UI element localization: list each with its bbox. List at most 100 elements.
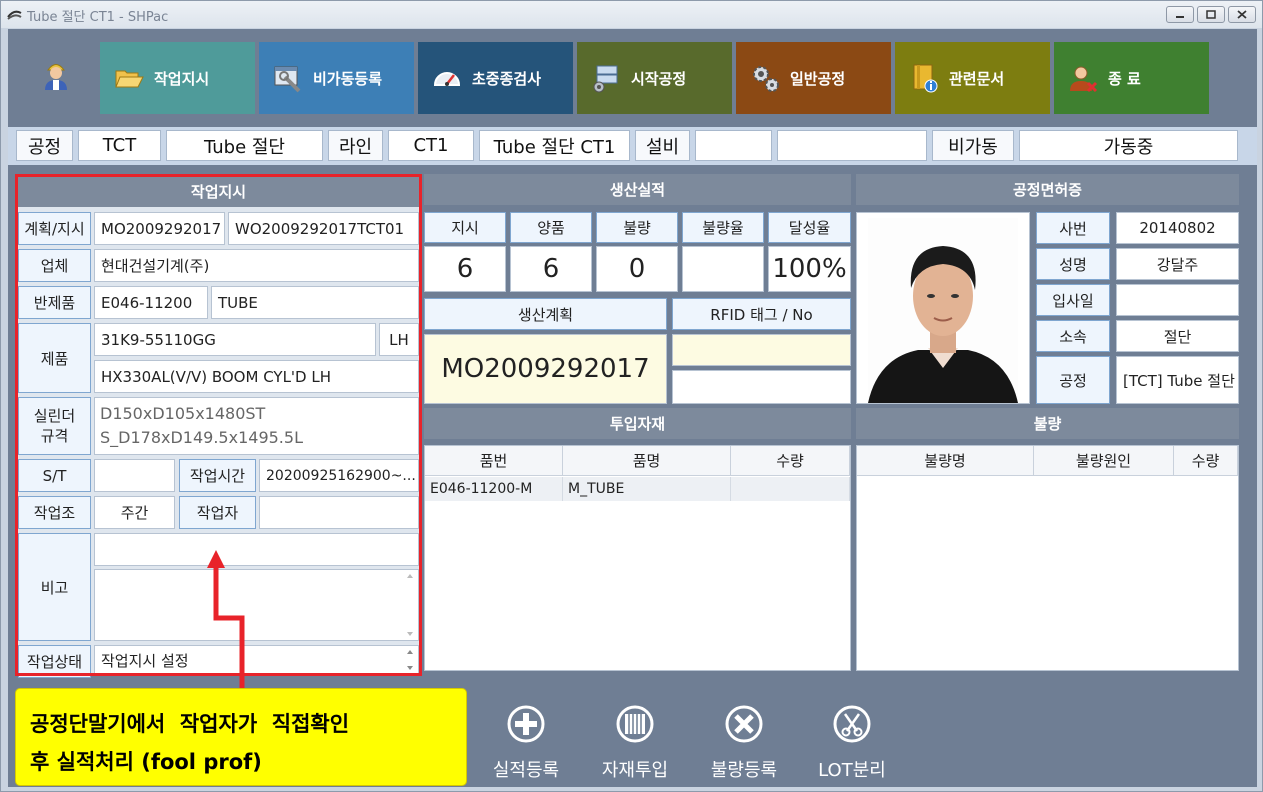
col-defect-cause[interactable]: 불량원인 [1034, 446, 1174, 476]
defects-header: 불량 [856, 408, 1239, 439]
bad-qty-value: 0 [596, 246, 678, 292]
order-qty-value: 6 [424, 246, 506, 292]
user-exit-icon [1070, 66, 1098, 93]
close-icon [1237, 10, 1247, 19]
worker-photo-image [868, 218, 1018, 403]
work-state-field[interactable]: 작업지시 설정 [94, 645, 419, 675]
product-side-field[interactable]: LH [379, 323, 419, 356]
order-qty-label: 지시 [424, 212, 506, 243]
table-row-part-no[interactable]: E046-11200-M [425, 477, 563, 501]
join-date-field [1116, 284, 1239, 316]
worker-photo [856, 212, 1030, 404]
downtime-label: 비가동 [932, 130, 1014, 161]
achieve-rate-value: 100% [768, 246, 851, 292]
work-state-label: 작업상태 [18, 645, 91, 678]
register-result-button[interactable]: 실적등록 [476, 704, 576, 784]
table-row-part-name[interactable]: M_TUBE [563, 477, 731, 501]
work-state-spinner[interactable] [406, 648, 414, 672]
col-defect-qty[interactable]: 수량 [1174, 446, 1238, 476]
gauge-icon [433, 72, 461, 86]
product-code-field[interactable]: 31K9-55110GG [94, 323, 376, 356]
remarks-scrollbar[interactable] [406, 573, 414, 637]
nav-work-order-button[interactable]: 작업지시 [100, 42, 255, 114]
order-no-field[interactable]: WO2009292017TCT01 [228, 212, 419, 245]
product-name-field[interactable]: HX330AL(V/V) BOOM CYL'D LH [94, 360, 419, 393]
emp-no-field: 20140802 [1116, 212, 1239, 244]
minimize-icon [1176, 16, 1184, 18]
annotation-callout: 공정단말기에서 작업자가 직접확인 후 실적처리 (fool prof) [15, 688, 467, 786]
emp-no-label: 사번 [1036, 212, 1110, 244]
cylinder-spec-label: 실린더 규격 [18, 397, 91, 455]
materials-header: 투입자재 [424, 408, 851, 439]
app-icon [7, 10, 22, 20]
defects-table: 불량명 불량원인 수량 [856, 445, 1239, 671]
shift-field[interactable]: 주간 [94, 496, 175, 529]
line-code: CT1 [388, 130, 474, 161]
window-title: Tube 절단 CT1 - SHPac [27, 10, 169, 25]
license-process-label: 공정 [1036, 356, 1110, 404]
good-qty-value: 6 [510, 246, 592, 292]
nav-documents-button[interactable]: 관련문서 [895, 42, 1050, 114]
maximize-icon [1206, 10, 1216, 19]
col-part-no[interactable]: 품번 [425, 446, 563, 476]
col-part-name[interactable]: 품명 [563, 446, 731, 476]
book-circle-icon [616, 705, 654, 743]
st-field[interactable] [94, 459, 175, 492]
client-area: 작업지시 비가동등록 초중종검사 시작공정 일반공정 관련문서 종 료 공정 T… [8, 29, 1257, 787]
plan-header-label: 생산계획 [424, 298, 667, 330]
license-process-field: [TCT] Tube 절단 [1116, 356, 1239, 404]
close-button[interactable] [1228, 6, 1256, 23]
equipment-code [695, 130, 772, 161]
company-field[interactable]: 현대건설기계(주) [94, 249, 419, 282]
nav-start-process-button[interactable]: 시작공정 [577, 42, 732, 114]
equipment-name [777, 130, 927, 161]
achieve-rate-label: 달성율 [768, 212, 851, 243]
wrench-window-icon [274, 66, 301, 93]
server-gear-icon [593, 65, 618, 93]
register-defect-button[interactable]: 불량등록 [694, 704, 794, 784]
plan-label: 계획/지시 [18, 212, 91, 245]
remarks-field-1[interactable] [94, 533, 419, 566]
shift-label: 작업조 [18, 496, 91, 529]
bad-rate-label: 불량율 [682, 212, 764, 243]
company-label: 업체 [18, 249, 91, 282]
worker-field[interactable] [259, 496, 419, 529]
nav-general-process-button[interactable]: 일반공정 [736, 42, 891, 114]
minimize-button[interactable] [1166, 6, 1194, 23]
nav-downtime-button[interactable]: 비가동등록 [259, 42, 414, 114]
table-row-qty[interactable] [731, 477, 850, 501]
col-qty[interactable]: 수량 [731, 446, 850, 476]
name-label: 성명 [1036, 248, 1110, 280]
process-code: TCT [78, 130, 161, 161]
top-nav: 작업지시 비가동등록 초중종검사 시작공정 일반공정 관련문서 종 료 [8, 29, 1257, 119]
nav-exit-button[interactable]: 종 료 [1054, 42, 1209, 114]
good-qty-label: 양품 [510, 212, 592, 243]
equipment-label: 설비 [635, 130, 690, 161]
scissors-circle-icon [833, 705, 871, 743]
plan-no-field[interactable]: MO2009292017 [94, 212, 225, 245]
app-window: Tube 절단 CT1 - SHPac 작업지시 비가동등록 초중종검사 시작공… [0, 0, 1263, 792]
bad-rate-value [682, 246, 764, 292]
plus-circle-icon [507, 705, 545, 743]
rfid-tag-field[interactable] [672, 334, 851, 366]
work-time-label: 작업시간 [179, 459, 256, 492]
remarks-field-2[interactable] [94, 569, 419, 641]
semi-product-label: 반제품 [18, 286, 91, 319]
maximize-button[interactable] [1197, 6, 1225, 23]
rfid-no-field[interactable] [672, 370, 851, 404]
process-name: Tube 절단 [166, 130, 323, 161]
material-input-button[interactable]: 자재투입 [585, 704, 685, 784]
materials-table: 품번 품명 수량 E046-11200-M M_TUBE [424, 445, 851, 671]
cylinder-spec-field[interactable]: D150xD105x1480ST S_D178xD149.5x1495.5L [94, 397, 419, 455]
nav-inspection-button[interactable]: 초중종검사 [418, 42, 573, 114]
semi-code-field[interactable]: E046-11200 [94, 286, 208, 319]
dept-label: 소속 [1036, 320, 1110, 352]
semi-name-field[interactable]: TUBE [211, 286, 419, 319]
lot-split-button[interactable]: LOT분리 [802, 704, 902, 784]
col-defect-name[interactable]: 불량명 [857, 446, 1034, 476]
work-order-header: 작업지시 [18, 176, 419, 207]
folder-open-icon [115, 70, 144, 88]
work-time-field[interactable]: 20200925162900~... [259, 459, 419, 492]
remarks-label: 비고 [18, 533, 91, 641]
join-date-label: 입사일 [1036, 284, 1110, 316]
